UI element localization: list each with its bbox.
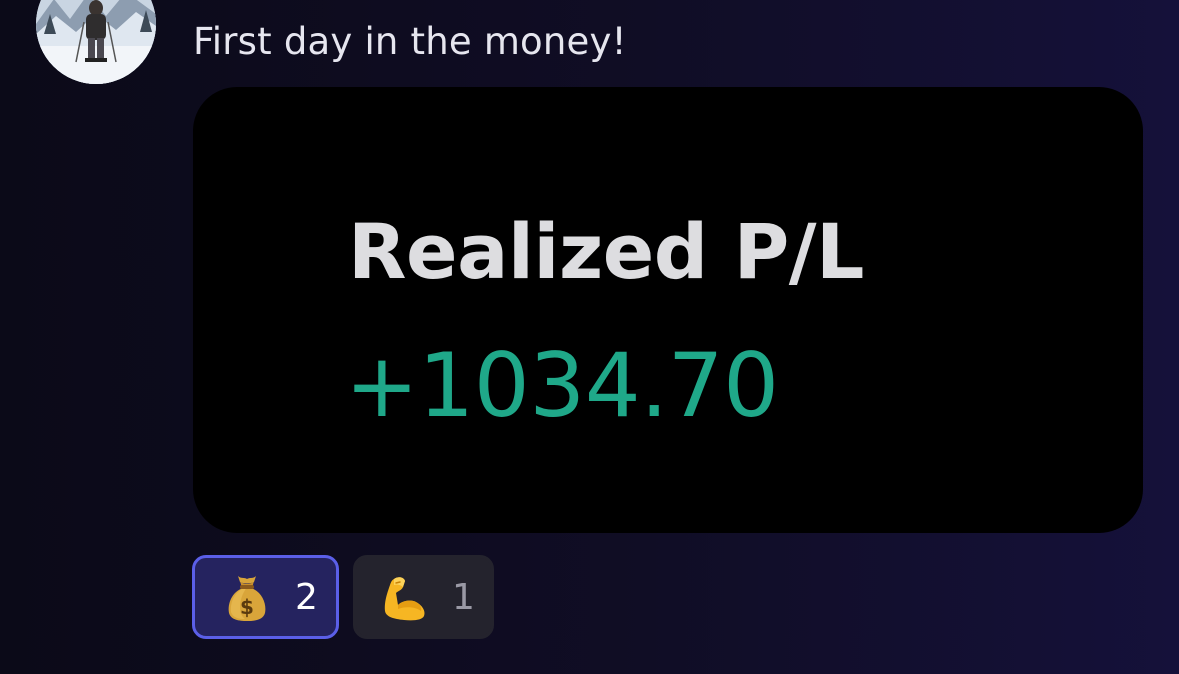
flexed-biceps-icon [380, 571, 432, 623]
reaction-flexed-biceps[interactable]: 1 [353, 555, 494, 639]
user-avatar-photo-icon [36, 0, 156, 84]
reaction-count: 1 [452, 576, 475, 618]
realized-pl-label: Realized P/L [348, 207, 864, 296]
svg-text:$: $ [240, 595, 254, 619]
avatar[interactable] [36, 0, 156, 84]
reaction-count: 2 [295, 576, 318, 618]
message-text: First day in the money! [193, 20, 627, 63]
reaction-money-bag[interactable]: $ 2 [192, 555, 339, 639]
message-image-attachment[interactable]: Realized P/L +1034.70 [193, 87, 1143, 533]
realized-pl-value: +1034.70 [345, 334, 779, 437]
reactions-bar: $ 2 1 [192, 555, 494, 639]
money-bag-icon: $ [221, 571, 273, 623]
